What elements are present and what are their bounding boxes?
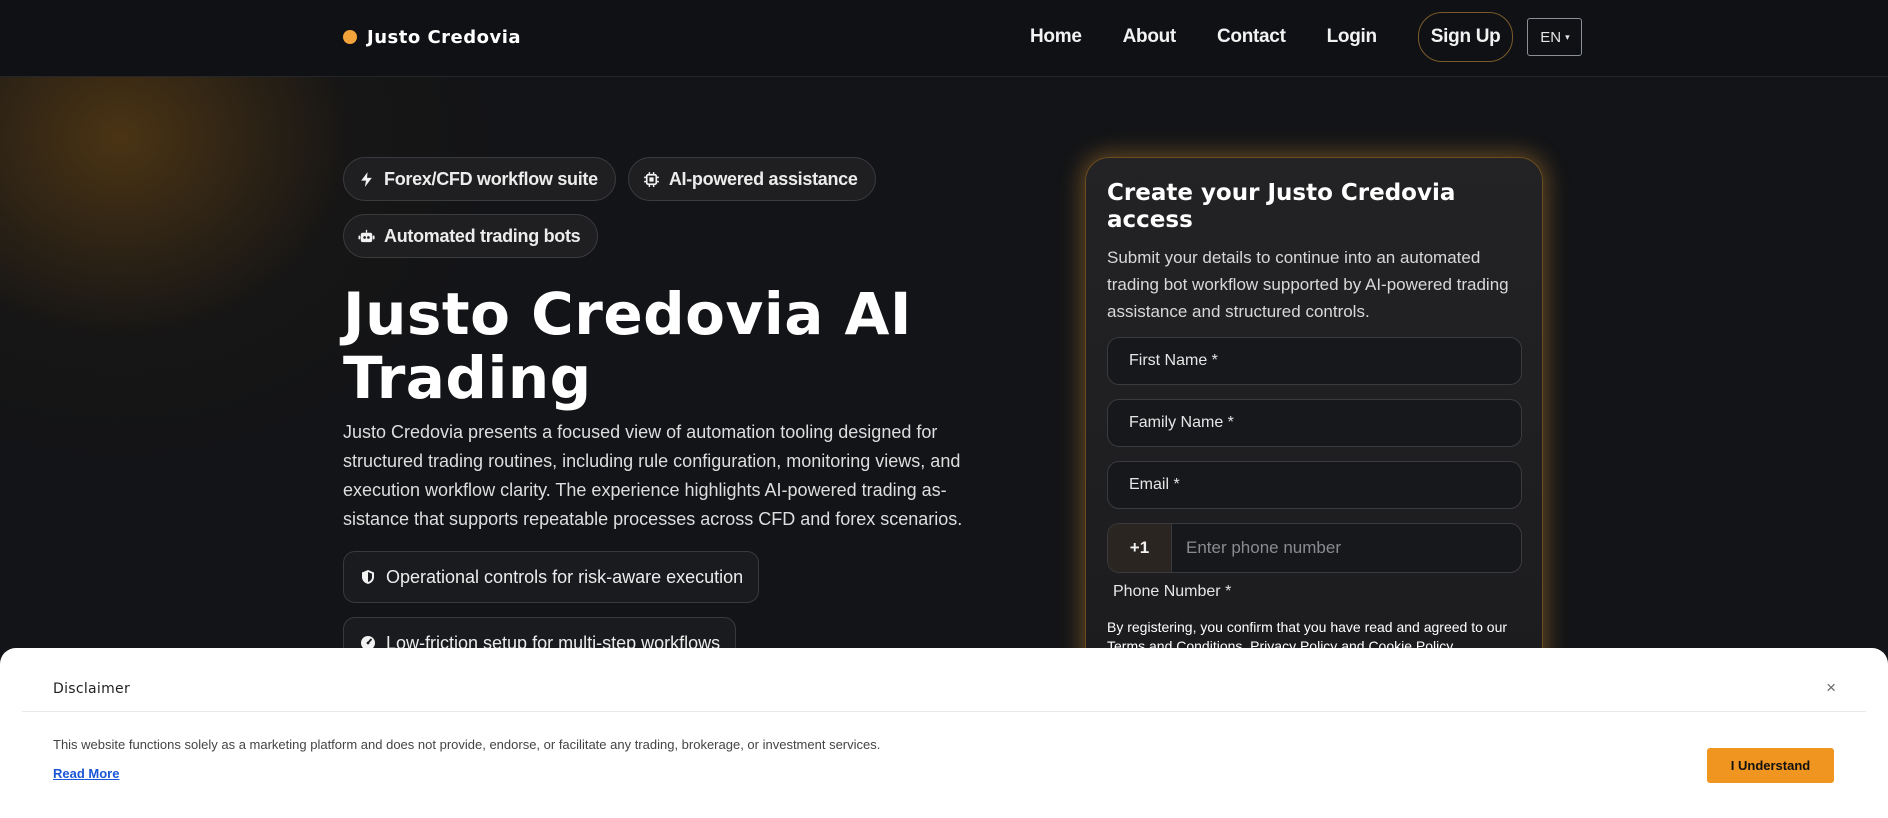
shield-icon [362, 570, 374, 584]
understand-button[interactable]: I Understand [1707, 748, 1834, 783]
hero-description: Justo Credovia presents a focused view o… [343, 422, 963, 529]
robot-icon [358, 229, 375, 242]
badge-bots: Automated trading bots [343, 214, 599, 258]
hero-title: Justo Credovia AI Trading [343, 280, 913, 412]
badge-row-1: Forex/CFD workflow suite AI-powered assi… [343, 157, 876, 201]
feature-label: Operational controls for risk-aware exec… [386, 566, 744, 587]
close-icon[interactable]: × [1826, 678, 1836, 698]
phone-input[interactable] [1172, 524, 1521, 572]
logo-dot-icon [343, 30, 357, 44]
brand-logo[interactable]: Justo Credovia [343, 24, 521, 50]
form-title: Create your Justo Credovia access [1107, 180, 1456, 233]
badge-row-2: Automated trading bots [343, 214, 599, 258]
badge-label: AI-powered assistance [668, 168, 858, 189]
nav-about[interactable]: About [1123, 26, 1177, 48]
nav-contact[interactable]: Contact [1217, 26, 1286, 48]
read-more-link[interactable]: Read More [53, 766, 119, 781]
badge-ai: AI-powered assistance [627, 157, 876, 201]
signup-button[interactable]: Sign Up [1417, 12, 1514, 62]
disclaimer-text: This website functions solely as a marke… [53, 737, 881, 752]
site-header: Justo Credovia Home About Contact Login … [0, 0, 1888, 77]
badge-forex: Forex/CFD workflow suite [343, 157, 616, 201]
disclaimer-title: Disclaimer [53, 681, 131, 697]
language-selector[interactable]: EN ▾ [1527, 18, 1583, 56]
disclaimer-banner: Disclaimer × This website functions sole… [0, 648, 1888, 818]
phone-label: Phone Number * [1113, 583, 1232, 600]
chip-icon [643, 171, 659, 187]
brand-name: Justo Credovia [367, 26, 522, 48]
main-nav: Home About Contact Login Sign Up EN ▾ [1030, 12, 1583, 62]
badge-label: Automated trading bots [384, 225, 581, 246]
form-subtitle: Submit your details to continue into an … [1107, 248, 1509, 321]
family-name-field[interactable]: Family Name * [1107, 399, 1522, 447]
badge-label: Forex/CFD workflow suite [384, 168, 598, 189]
nav-login[interactable]: Login [1327, 26, 1378, 48]
phone-country-code[interactable]: +1 [1108, 524, 1172, 572]
phone-group: +1 [1107, 523, 1522, 573]
first-name-field[interactable]: First Name * [1107, 337, 1522, 385]
chevron-down-icon: ▾ [1565, 31, 1570, 42]
nav-home[interactable]: Home [1030, 26, 1082, 48]
email-field[interactable]: Email * [1107, 461, 1522, 509]
disclaimer-divider [22, 711, 1866, 712]
lightning-icon [361, 171, 372, 187]
language-value: EN [1540, 28, 1562, 46]
feature-risk-controls: Operational controls for risk-aware exec… [343, 551, 760, 603]
